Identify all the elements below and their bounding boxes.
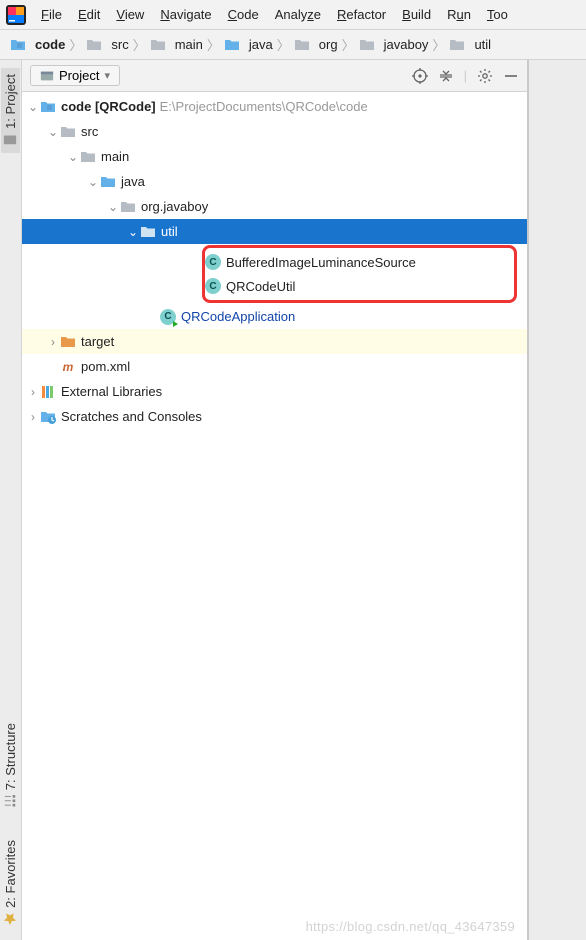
- tool-tab-favorites[interactable]: 2: Favorites: [1, 834, 20, 932]
- chevron-right-icon[interactable]: ›: [26, 410, 40, 424]
- chevron-right-icon: 〉: [207, 35, 220, 54]
- breadcrumb-segment[interactable]: java: [224, 37, 273, 53]
- tree-node-util[interactable]: ⌄ util: [22, 219, 527, 244]
- body-area: 1: Project 7: Structure 2: Favorites Pro…: [0, 60, 586, 940]
- breadcrumb-segment[interactable]: util: [449, 37, 491, 53]
- structure-icon: [4, 794, 18, 808]
- module-icon: [40, 99, 56, 115]
- folder-icon: [150, 37, 166, 53]
- tree-node-class[interactable]: C BufferedImageLuminanceSource: [205, 250, 514, 274]
- project-tree[interactable]: ⌄ code [QRCode] E:\ProjectDocuments\QRCo…: [22, 92, 527, 940]
- tree-node-external-libs[interactable]: › External Libraries: [22, 379, 527, 404]
- chevron-down-icon[interactable]: ⌄: [86, 175, 100, 189]
- chevron-down-icon[interactable]: ⌄: [126, 225, 140, 239]
- menu-edit[interactable]: Edit: [71, 4, 107, 25]
- tree-node-scratches[interactable]: › Scratches and Consoles: [22, 404, 527, 429]
- folder-icon: [80, 149, 96, 165]
- project-view-icon: [40, 69, 54, 83]
- breadcrumb-segment[interactable]: org: [294, 37, 338, 53]
- tree-node-main[interactable]: ⌄ main: [22, 144, 527, 169]
- menu-file[interactable]: File: [34, 4, 69, 25]
- intellij-logo-icon: [6, 5, 26, 25]
- minimize-icon[interactable]: [503, 68, 519, 84]
- module-icon: [10, 37, 26, 53]
- breadcrumb-segment[interactable]: javaboy: [359, 37, 429, 53]
- source-root-icon: [100, 174, 116, 190]
- breadcrumb-segment[interactable]: main: [150, 37, 203, 53]
- target-icon[interactable]: [412, 68, 428, 84]
- menu-code[interactable]: Code: [221, 4, 266, 25]
- class-runnable-icon: C: [160, 309, 176, 325]
- tree-node-pom[interactable]: m pom.xml: [22, 354, 527, 379]
- chevron-right-icon: 〉: [432, 35, 445, 54]
- menu-view[interactable]: View: [109, 4, 151, 25]
- maven-icon: m: [60, 359, 76, 375]
- menu-tools-truncated[interactable]: Too: [480, 4, 515, 25]
- menu-refactor[interactable]: Refactor: [330, 4, 393, 25]
- panel-actions: |: [412, 68, 519, 84]
- project-panel: Project ▾ | ⌄ code [QRCode] E:\ProjectDo…: [22, 60, 528, 940]
- panel-title: Project: [59, 68, 99, 83]
- package-icon: [120, 199, 136, 215]
- breadcrumb-segment[interactable]: src: [86, 37, 128, 53]
- chevron-right-icon: 〉: [133, 35, 146, 54]
- tree-node-class[interactable]: C QRCodeUtil: [205, 274, 514, 298]
- collapse-all-icon[interactable]: [438, 68, 454, 84]
- project-icon: [4, 133, 18, 147]
- breadcrumb: code 〉 src 〉 main 〉 java 〉 org 〉 javaboy…: [0, 30, 586, 60]
- chevron-right-icon[interactable]: ›: [26, 385, 40, 399]
- package-icon: [449, 37, 465, 53]
- panel-header: Project ▾ |: [22, 60, 527, 92]
- tree-node-src[interactable]: ⌄ src: [22, 119, 527, 144]
- breadcrumb-segment[interactable]: code: [10, 37, 65, 53]
- menu-run[interactable]: Run: [440, 4, 478, 25]
- watermark: https://blog.csdn.net/qq_43647359: [306, 919, 515, 934]
- highlight-annotation: C BufferedImageLuminanceSource C QRCodeU…: [202, 245, 517, 303]
- package-icon: [359, 37, 375, 53]
- tree-node-root[interactable]: ⌄ code [QRCode] E:\ProjectDocuments\QRCo…: [22, 94, 527, 119]
- class-icon: C: [205, 254, 221, 270]
- gear-icon[interactable]: [477, 68, 493, 84]
- chevron-down-icon[interactable]: ⌄: [26, 100, 40, 114]
- right-gutter: [528, 60, 586, 940]
- chevron-down-icon[interactable]: ⌄: [46, 125, 60, 139]
- left-tool-gutter: 1: Project 7: Structure 2: Favorites: [0, 60, 22, 940]
- panel-view-selector[interactable]: Project ▾: [30, 65, 120, 86]
- star-icon: [4, 912, 18, 926]
- menu-build[interactable]: Build: [395, 4, 438, 25]
- chevron-down-icon[interactable]: ⌄: [66, 150, 80, 164]
- menu-navigate[interactable]: Navigate: [153, 4, 218, 25]
- package-icon: [140, 224, 156, 240]
- chevron-down-icon[interactable]: ⌄: [106, 200, 120, 214]
- root-path: E:\ProjectDocuments\QRCode\code: [160, 99, 368, 114]
- chevron-right-icon: 〉: [69, 35, 82, 54]
- tree-node-java[interactable]: ⌄ java: [22, 169, 527, 194]
- chevron-right-icon: 〉: [342, 35, 355, 54]
- menu-analyze[interactable]: Analyze: [268, 4, 328, 25]
- libraries-icon: [40, 384, 56, 400]
- chevron-right-icon[interactable]: ›: [46, 335, 60, 349]
- chevron-right-icon: 〉: [277, 35, 290, 54]
- chevron-down-icon: ▾: [104, 69, 110, 82]
- tool-tab-structure[interactable]: 7: Structure: [1, 717, 20, 814]
- tree-node-package[interactable]: ⌄ org.javaboy: [22, 194, 527, 219]
- folder-icon: [60, 124, 76, 140]
- package-icon: [294, 37, 310, 53]
- tree-node-app-class[interactable]: C QRCodeApplication: [22, 304, 527, 329]
- excluded-folder-icon: [60, 334, 76, 350]
- class-icon: C: [205, 278, 221, 294]
- menubar: File Edit View Navigate Code Analyze Ref…: [0, 0, 586, 30]
- folder-icon: [86, 37, 102, 53]
- tree-node-target[interactable]: › target: [22, 329, 527, 354]
- source-root-icon: [224, 37, 240, 53]
- tool-tab-project[interactable]: 1: Project: [1, 68, 20, 153]
- scratches-icon: [40, 409, 56, 425]
